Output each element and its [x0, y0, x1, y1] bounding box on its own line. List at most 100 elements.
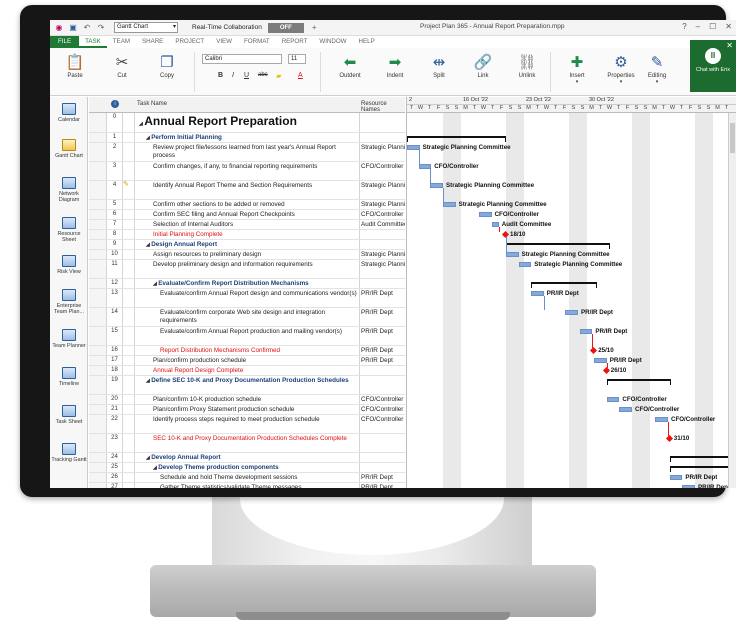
- row-selector[interactable]: [89, 434, 107, 452]
- underline-button[interactable]: U: [244, 72, 249, 79]
- tab-file[interactable]: FILE: [50, 36, 80, 48]
- task-name-cell[interactable]: Report Distribution Mechanisms Confirmed: [135, 346, 359, 355]
- resource-cell[interactable]: PR/IR Dept: [359, 473, 405, 482]
- task-bar[interactable]: [579, 329, 593, 334]
- bold-button[interactable]: B: [218, 72, 223, 79]
- task-name-cell[interactable]: ◢ Design Annual Report: [135, 240, 359, 249]
- task-bar[interactable]: [479, 212, 492, 217]
- font-name-select[interactable]: Calibri: [202, 54, 282, 64]
- nav-task-sheet[interactable]: Task Sheet: [50, 405, 88, 425]
- resource-cell[interactable]: PR/IR Dept: [359, 483, 405, 488]
- resource-cell[interactable]: [359, 230, 405, 239]
- resource-cell[interactable]: Strategic Planning Commi: [359, 250, 405, 259]
- link-button[interactable]: 🔗 Link: [468, 51, 498, 79]
- task-bar[interactable]: [682, 485, 695, 488]
- view-select[interactable]: Gantt Chart ▾: [114, 22, 178, 33]
- task-name-cell[interactable]: ◢ Define SEC 10-K and Proxy Documentatio…: [135, 376, 359, 394]
- resource-cell[interactable]: [359, 279, 405, 288]
- row-selector[interactable]: [89, 356, 107, 365]
- editing-button[interactable]: ✎ Editing ▾: [642, 51, 672, 85]
- insert-button[interactable]: ✚ Insert ▾: [560, 51, 594, 85]
- row-selector[interactable]: [89, 143, 107, 161]
- add-icon[interactable]: +: [312, 23, 317, 32]
- resource-cell[interactable]: [359, 113, 405, 132]
- resource-cell[interactable]: [359, 366, 405, 375]
- milestone-diamond[interactable]: [602, 366, 610, 375]
- resource-cell[interactable]: CFO/Controller: [359, 162, 405, 180]
- row-selector[interactable]: [89, 483, 107, 488]
- task-name-cell[interactable]: Confirm changes, if any, to financial re…: [135, 162, 359, 180]
- task-name-cell[interactable]: Schedule and hold Theme development sess…: [135, 473, 359, 482]
- resource-cell[interactable]: [359, 453, 405, 462]
- row-selector[interactable]: [89, 279, 107, 288]
- resource-cell[interactable]: PR/IR Dept: [359, 289, 405, 307]
- row-selector[interactable]: [89, 181, 107, 199]
- task-name-cell[interactable]: ◢ Evaluate/Confirm Report Distribution M…: [135, 279, 359, 288]
- row-selector[interactable]: [89, 162, 107, 180]
- task-row[interactable]: 24 ◢ Develop Annual Report: [89, 453, 405, 463]
- task-bar[interactable]: [506, 252, 519, 257]
- resource-cell[interactable]: [359, 133, 405, 142]
- nav-risk-view[interactable]: Risk View: [50, 255, 88, 275]
- task-row[interactable]: 10 Assign resources to preliminary design…: [89, 250, 405, 260]
- task-row[interactable]: 8 Initial Planning Complete: [89, 230, 405, 240]
- row-selector[interactable]: [89, 327, 107, 345]
- task-row[interactable]: 18 Annual Report Design Complete: [89, 366, 405, 376]
- save-icon[interactable]: ▣: [68, 23, 78, 33]
- summary-bar[interactable]: [407, 136, 506, 142]
- resource-cell[interactable]: CFO/Controller: [359, 210, 405, 219]
- resource-cell[interactable]: Strategic Planning Commi: [359, 143, 405, 161]
- properties-button[interactable]: ⚙ Properties ▾: [604, 51, 638, 85]
- row-selector[interactable]: [89, 289, 107, 307]
- task-name-cell[interactable]: Evaluate/confirm Annual Report productio…: [135, 327, 359, 345]
- resource-cell[interactable]: Audit Committee: [359, 220, 405, 229]
- task-name-cell[interactable]: Confirm SEC filing and Annual Report Che…: [135, 210, 359, 219]
- task-row[interactable]: 19 ◢ Define SEC 10-K and Proxy Documentat…: [89, 376, 405, 395]
- outdent-button[interactable]: ⬅ Outdent: [332, 51, 368, 79]
- help-icon[interactable]: ?: [682, 22, 686, 31]
- row-selector[interactable]: [89, 415, 107, 433]
- header-task-name[interactable]: Task Name: [137, 101, 167, 107]
- task-row[interactable]: 6 Confirm SEC filing and Annual Report Ch…: [89, 210, 405, 220]
- task-row[interactable]: 13 Evaluate/confirm Annual Report design …: [89, 289, 405, 308]
- tab-help[interactable]: HELP: [353, 36, 381, 48]
- nav-calendar[interactable]: Calendar: [50, 103, 88, 123]
- task-row[interactable]: 25 ◢ Develop Theme production components: [89, 463, 405, 473]
- indent-button[interactable]: ➡ Indent: [378, 51, 412, 79]
- font-color-icon[interactable]: A: [298, 72, 303, 79]
- chat-with-erix-button[interactable]: ✕ II Chat with Erix: [690, 40, 736, 92]
- tab-team[interactable]: TEAM: [107, 36, 136, 48]
- resource-cell[interactable]: PR/IR Dept: [359, 327, 405, 345]
- task-bar[interactable]: [669, 475, 683, 480]
- resource-cell[interactable]: PR/IR Dept: [359, 308, 405, 326]
- nav-gantt-chart[interactable]: Gantt Chart: [50, 139, 88, 159]
- close-icon[interactable]: ✕: [725, 22, 732, 31]
- task-name-cell[interactable]: ◢ Perform Initial Planning: [135, 133, 359, 142]
- resource-cell[interactable]: CFO/Controller: [359, 395, 405, 404]
- summary-bar[interactable]: [669, 466, 736, 472]
- task-name-cell[interactable]: Gather Theme statistics/validate Theme m…: [135, 483, 359, 488]
- row-selector[interactable]: [89, 473, 107, 482]
- task-name-cell[interactable]: Plan/confirm production schedule: [135, 356, 359, 365]
- row-selector[interactable]: [89, 260, 107, 278]
- close-icon[interactable]: ✕: [726, 41, 733, 50]
- task-name-cell[interactable]: Identify Annual Report Theme and Section…: [135, 181, 359, 199]
- task-bar[interactable]: [518, 262, 532, 267]
- summary-bar[interactable]: [531, 282, 597, 288]
- task-name-cell[interactable]: Initial Planning Complete: [135, 230, 359, 239]
- tab-view[interactable]: VIEW: [210, 36, 238, 48]
- strikethrough-button[interactable]: abc: [258, 72, 268, 78]
- task-row[interactable]: 21 Plan/confirm Proxy Statement productio…: [89, 405, 405, 415]
- task-name-cell[interactable]: Evaluate/confirm Annual Report design an…: [135, 289, 359, 307]
- row-selector[interactable]: [89, 220, 107, 229]
- header-resource-names[interactable]: Resource Names: [361, 101, 405, 113]
- task-bar[interactable]: [594, 358, 607, 363]
- task-name-cell[interactable]: Plan/confirm Proxy Statement production …: [135, 405, 359, 414]
- vertical-scrollbar[interactable]: [728, 113, 736, 488]
- collab-toggle[interactable]: OFF: [267, 22, 304, 33]
- nav-timeline[interactable]: Timeline: [50, 367, 88, 387]
- nav-resource-sheet[interactable]: Resource Sheet: [50, 217, 88, 243]
- task-name-cell[interactable]: Selection of Internal Auditors: [135, 220, 359, 229]
- tab-share[interactable]: SHARE: [136, 36, 169, 48]
- task-row[interactable]: 12 ◢ Evaluate/Confirm Report Distribution…: [89, 279, 405, 289]
